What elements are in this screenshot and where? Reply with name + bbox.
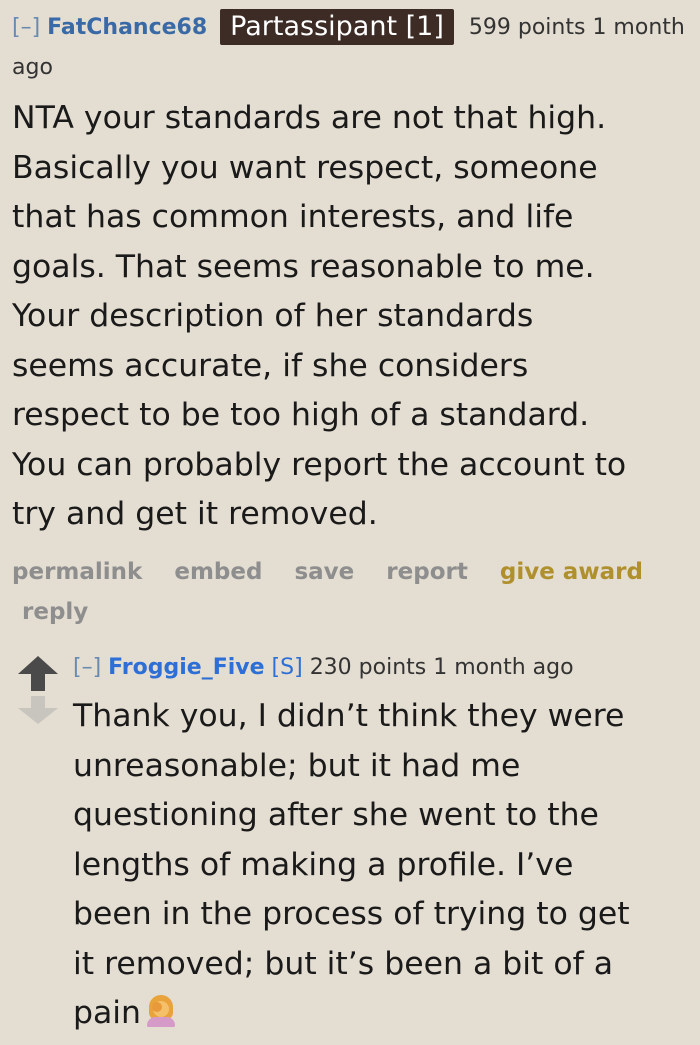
reply-body: Thank you, I didn’t think they were unre…: [73, 692, 698, 1039]
embed-button[interactable]: embed: [174, 559, 262, 585]
reply-entry: [–] Froggie_Five [S] 230 points 1 month …: [73, 648, 698, 1039]
comment-fatchance68: [–] FatChance68 Partassipant [1] 599 poi…: [12, 8, 694, 632]
reply-body-text: Thank you, I didn’t think they were unre…: [73, 698, 630, 1031]
reply-time: 1 month ago: [433, 655, 574, 680]
downvote-arrow-icon[interactable]: [18, 696, 58, 726]
reply-button[interactable]: reply: [22, 599, 88, 625]
upvote-arrow-icon[interactable]: [18, 656, 58, 694]
reply-tagline: [–] Froggie_Five [S] 230 points 1 month …: [73, 648, 698, 688]
collapse-toggle[interactable]: [–]: [73, 655, 101, 680]
facepalm-emoji-icon: [147, 993, 176, 1027]
comment-tagline: [–] FatChance68 Partassipant [1] 599 poi…: [12, 8, 694, 88]
comment-body: NTA your standards are not that high. Ba…: [12, 100, 627, 532]
reply-score: 230 points: [309, 655, 427, 680]
user-flair: Partassipant [1]: [220, 9, 454, 45]
comment-actions: permalink embed save report give award r…: [12, 552, 694, 632]
collapse-toggle[interactable]: [–]: [12, 15, 40, 40]
submitter-badge[interactable]: [S]: [272, 655, 303, 680]
give-award-button[interactable]: give award: [500, 559, 643, 585]
permalink-button[interactable]: permalink: [12, 559, 142, 585]
save-button[interactable]: save: [294, 559, 354, 585]
vote-column: [18, 656, 58, 726]
report-button[interactable]: report: [386, 559, 468, 585]
comment-author-link[interactable]: FatChance68: [47, 15, 207, 40]
comment-score: 599 points: [468, 15, 586, 40]
reply-author-link[interactable]: Froggie_Five: [108, 655, 264, 680]
